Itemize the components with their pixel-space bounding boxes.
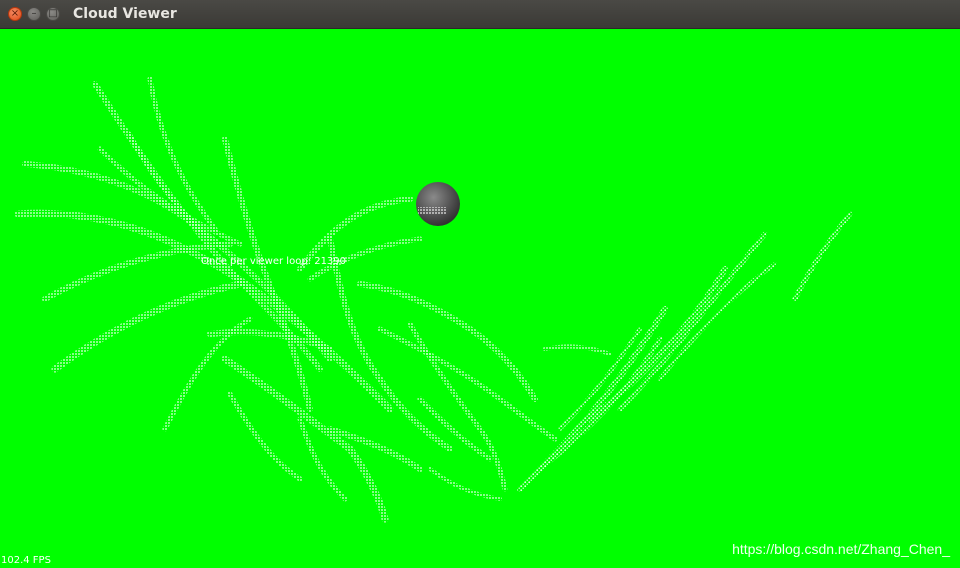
point-cloud-branches [14,76,853,523]
close-button[interactable]: × [8,7,22,21]
cloud-viewer-window: × – □ Cloud Viewer Once per viewer loop:… [0,0,960,568]
title-bar[interactable]: × – □ Cloud Viewer [0,0,960,29]
minimize-icon: – [31,8,37,19]
loop-counter-text: Once per viewer loop: 21390 [201,256,347,267]
fps-counter: 102.4 FPS [1,555,51,566]
window-title: Cloud Viewer [73,6,177,22]
minimize-button[interactable]: – [27,7,41,21]
viewpoint-sphere [416,182,460,226]
watermark-text: https://blog.csdn.net/Zhang_Chen_ [732,541,950,557]
maximize-icon: □ [48,8,58,19]
point-cloud-viewport[interactable]: Once per viewer loop: 21390 102.4 FPS ht… [0,29,960,568]
maximize-button[interactable]: □ [46,7,60,21]
close-icon: × [10,8,20,19]
point-cloud-render [14,76,853,523]
